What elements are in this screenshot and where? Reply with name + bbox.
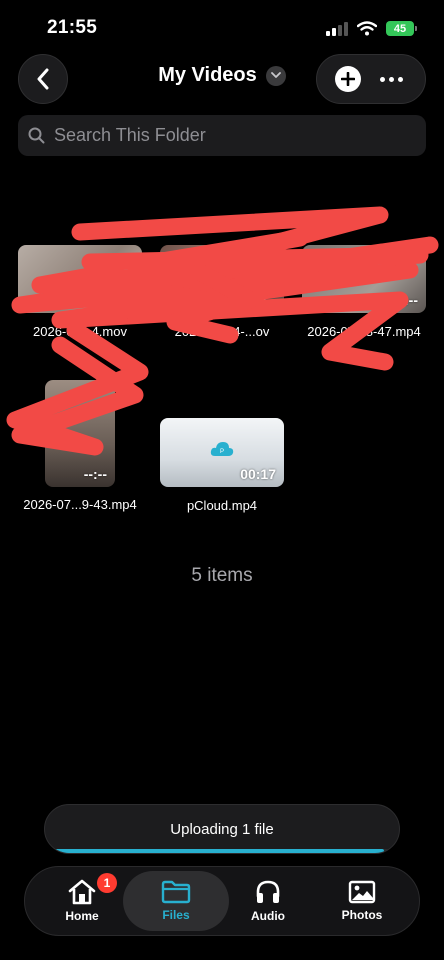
video-duration: --:-- [83,466,107,482]
upload-status[interactable]: Uploading 1 file [44,804,400,854]
headphones-icon [256,880,280,903]
folder-icon [161,880,191,904]
more-dot-icon [398,76,404,82]
page-title[interactable]: My Videos [158,64,257,87]
title-dropdown-button[interactable] [265,65,286,86]
battery-icon: 45 [386,21,417,36]
tab-label: Photos [341,908,383,922]
tab-bar: Home 1 Files Audio Photos [24,866,420,936]
header-actions [316,54,426,104]
more-dot-icon [380,76,386,82]
file-tile[interactable]: --:-- 2026-07...8-47.mp4 [302,245,426,345]
tab-label: Home [65,909,99,923]
plus-icon [340,72,355,86]
more-dot-icon [389,76,395,82]
file-name: 2026-07...4-...ov [174,324,270,339]
file-name: 2026-07...8-47.mp4 [307,324,421,339]
file-name: 2026-07...9-43.mp4 [23,497,137,512]
video-duration: --:-- [252,292,276,308]
photo-icon [348,880,376,904]
status-indicators: 45 [326,21,417,36]
pcloud-logo-icon: P [210,442,234,456]
file-tile[interactable]: P 00:17 pCloud.mp4 [160,418,284,515]
file-tile[interactable]: 2026-07...4.mov [18,245,142,345]
video-thumbnail: --:-- [45,380,115,487]
battery-level: 45 [393,22,407,35]
video-duration: --:-- [394,292,418,308]
video-thumbnail [18,245,142,313]
chevron-down-icon [270,72,281,78]
search-icon [28,127,45,144]
upload-label: Uploading 1 file [170,821,274,838]
wifi-icon [357,21,377,36]
tab-home[interactable]: Home 1 [27,867,137,935]
items-count: 5 items [191,565,253,586]
video-thumbnail: P 00:17 [160,418,284,487]
add-button[interactable] [334,66,361,92]
file-tile[interactable]: --:-- 2026-07...4-...ov [160,245,284,345]
home-icon [68,879,96,905]
video-duration: 00:17 [240,466,276,482]
status-time: 21:55 [47,17,98,38]
more-options-button[interactable] [376,69,407,90]
cellular-signal-icon [326,21,348,36]
status-bar: 21:55 45 [0,0,444,58]
video-thumbnail: --:-- [160,245,284,313]
notification-badge: 1 [97,873,117,893]
tab-label: Audio [251,909,285,923]
chevron-left-icon [37,68,49,90]
file-name: pCloud.mp4 [186,498,258,513]
tab-label: Files [162,908,190,922]
search-input[interactable] [52,124,416,147]
search-bar[interactable] [18,115,426,156]
upload-progress-fill [55,849,385,853]
upload-progress-bar [55,849,391,853]
video-thumbnail: --:-- [302,245,426,313]
svg-text:P: P [220,449,224,455]
file-name: 2026-07...4.mov [33,324,127,339]
file-tile[interactable]: --:-- 2026-07...9-43.mp4 [18,380,142,515]
tab-photos[interactable]: Photos [307,867,417,935]
back-button[interactable] [18,54,68,104]
